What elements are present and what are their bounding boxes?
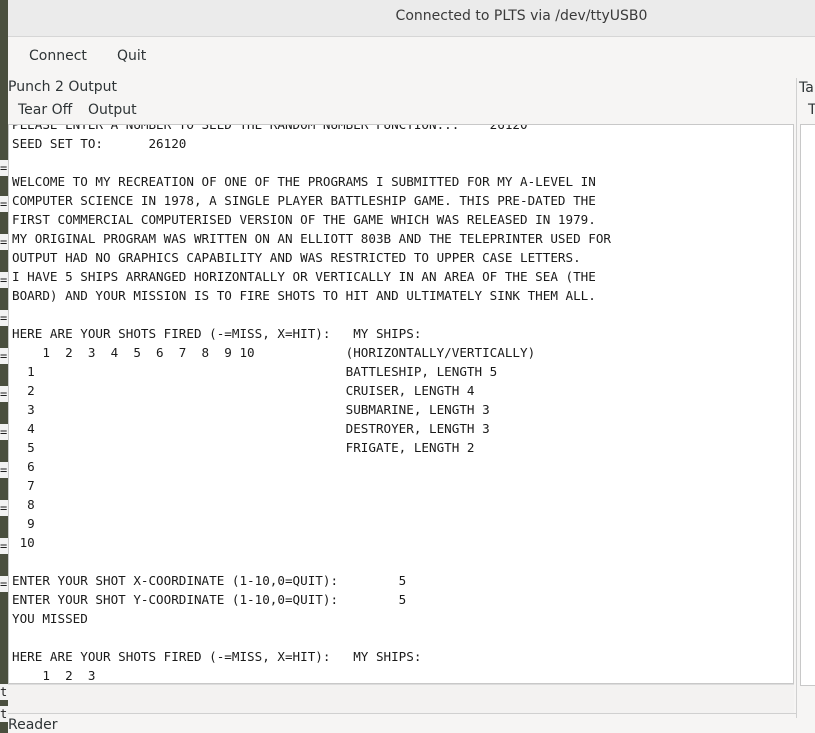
terminal-line: 4 DESTROYER, LENGTH 3	[12, 421, 490, 436]
terminal-line: 2 CRUISER, LENGTH 4	[12, 383, 475, 398]
desktop-glyph: =	[0, 500, 8, 516]
terminal-line: SEED SET TO: 26120	[12, 136, 187, 151]
quit-menu-item[interactable]: Quit	[117, 48, 146, 64]
desktop-glyph: =	[0, 348, 8, 364]
terminal-line: PLEASE ENTER A NUMBER TO SEED THE RANDOM…	[12, 124, 528, 132]
tear-off-button[interactable]: Tear Off	[18, 102, 72, 118]
reader-label: Reader	[8, 717, 58, 733]
terminal-line: BOARD) AND YOUR MISSION IS TO FIRE SHOTS…	[12, 288, 596, 303]
terminal-line: FIRST COMMERCIAL COMPUTERISED VERSION OF…	[12, 212, 596, 227]
tape-panel: Ta T	[796, 78, 815, 718]
desktop-glyph: =	[0, 424, 8, 440]
menu-bar: Connect Quit	[8, 37, 815, 77]
app-window: Connected to PLTS via /dev/ttyUSB0 Conne…	[8, 0, 815, 733]
desktop-background: = = = = = = = = = = = = t t	[0, 0, 8, 733]
desktop-glyph: =	[0, 272, 8, 288]
terminal-line: 10	[12, 535, 35, 550]
terminal-line: I HAVE 5 SHIPS ARRANGED HORIZONTALLY OR …	[12, 269, 596, 284]
horizontal-scrollbar[interactable]	[8, 684, 794, 713]
output-button[interactable]: Output	[88, 102, 137, 118]
connect-menu-item[interactable]: Connect	[29, 48, 87, 64]
desktop-glyph: =	[0, 576, 8, 592]
terminal-line: HERE ARE YOUR SHOTS FIRED (-=MISS, X=HIT…	[12, 649, 422, 664]
tape-panel-output[interactable]	[800, 124, 815, 686]
punch-panel-toolbar: Tear Off Output	[8, 101, 798, 123]
terminal-line: 5 FRIGATE, LENGTH 2	[12, 440, 475, 455]
terminal-line: 8	[12, 497, 35, 512]
desktop-glyph: t	[0, 684, 8, 700]
terminal-line: 6	[12, 459, 35, 474]
tape-panel-title: Ta	[799, 80, 814, 96]
terminal-line: 1 BATTLESHIP, LENGTH 5	[12, 364, 498, 379]
terminal-line: HERE ARE YOUR SHOTS FIRED (-=MISS, X=HIT…	[12, 326, 422, 341]
desktop-glyph: =	[0, 196, 8, 212]
terminal-text: PLEASE ENTER A NUMBER TO SEED THE RANDOM…	[12, 124, 611, 683]
terminal-line: OUTPUT HAD NO GRAPHICS CAPABILITY AND WA…	[12, 250, 581, 265]
tape-panel-button[interactable]: T	[808, 102, 815, 118]
desktop-glyph: =	[0, 234, 8, 250]
desktop-glyph: =	[0, 538, 8, 554]
desktop-glyph: t	[0, 706, 8, 722]
desktop-glyph: =	[0, 310, 8, 326]
terminal-line: MY ORIGINAL PROGRAM WAS WRITTEN ON AN EL…	[12, 231, 611, 246]
title-bar[interactable]: Connected to PLTS via /dev/ttyUSB0	[8, 0, 815, 37]
terminal-line: WELCOME TO MY RECREATION OF ONE OF THE P…	[12, 174, 596, 189]
desktop-glyph: =	[0, 462, 8, 478]
terminal-line: ENTER YOUR SHOT X-COORDINATE (1-10,0=QUI…	[12, 573, 407, 588]
punch-output-terminal[interactable]: PLEASE ENTER A NUMBER TO SEED THE RANDOM…	[8, 124, 794, 684]
desktop-glyph: =	[0, 160, 8, 176]
terminal-line: COMPUTER SCIENCE IN 1978, A SINGLE PLAYE…	[12, 193, 596, 208]
terminal-line: 1 2 3	[12, 668, 96, 683]
terminal-line: YOU MISSED	[12, 611, 88, 626]
terminal-line: ENTER YOUR SHOT Y-COORDINATE (1-10,0=QUI…	[12, 592, 407, 607]
desktop-glyph: =	[0, 386, 8, 402]
terminal-line: 9	[12, 516, 35, 531]
status-divider	[8, 713, 815, 714]
window-title: Connected to PLTS via /dev/ttyUSB0	[395, 8, 648, 24]
terminal-line: 1 2 3 4 5 6 7 8 9 10 (HORIZONTALLY/VERTI…	[12, 345, 536, 360]
terminal-line: 3 SUBMARINE, LENGTH 3	[12, 402, 490, 417]
punch-panel-title: Punch 2 Output	[8, 79, 117, 95]
terminal-line: 7	[12, 478, 35, 493]
